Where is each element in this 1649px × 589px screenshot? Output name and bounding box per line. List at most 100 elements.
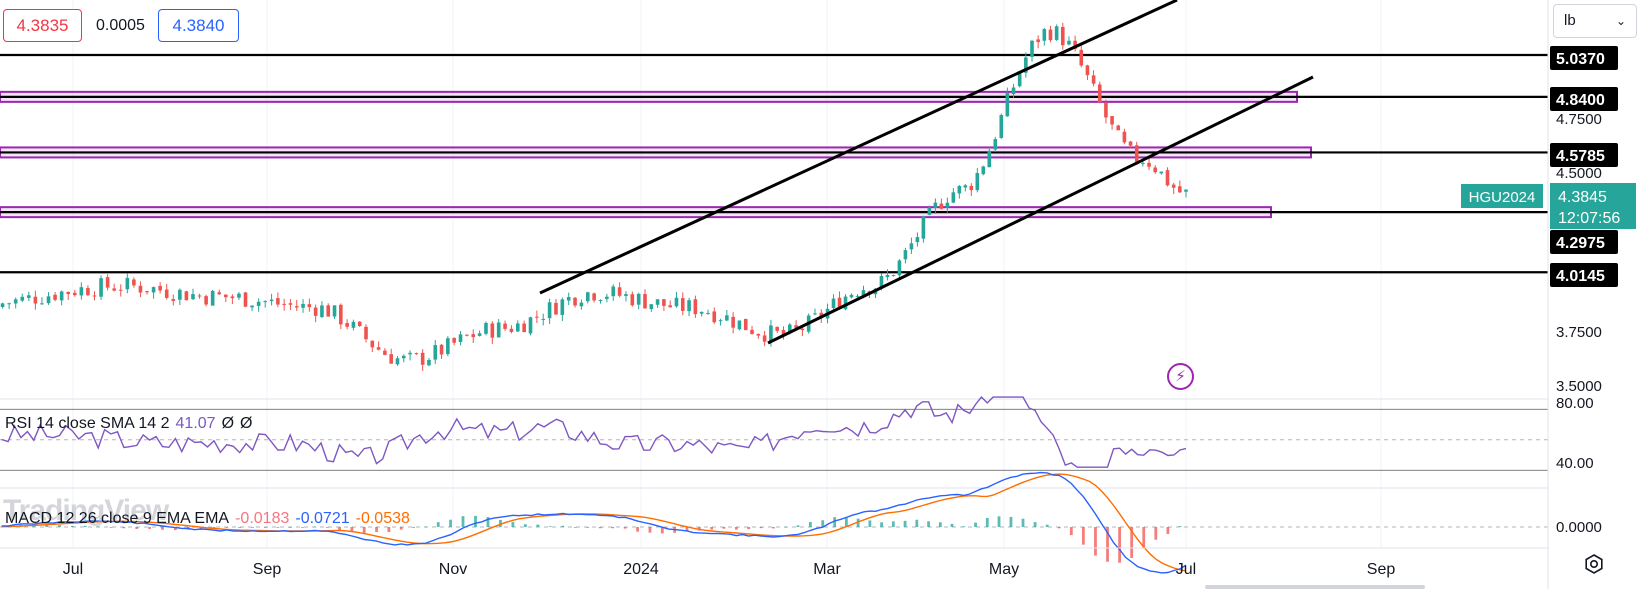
candle-body: [605, 296, 609, 299]
time-axis-label: Jul: [63, 561, 83, 578]
candle-body: [725, 315, 729, 321]
candle-body: [528, 317, 533, 334]
candle-body: [668, 305, 672, 308]
candle-body: [1048, 29, 1053, 41]
macd-histogram-bar: [974, 522, 977, 527]
rsi-legend[interactable]: RSI 14 close SMA 14 2 41.07 Ø Ø: [5, 414, 258, 434]
time-scrollbar[interactable]: [1205, 585, 1425, 589]
macd-histogram-bar: [1178, 526, 1182, 527]
macd-histogram-bar: [1057, 527, 1061, 529]
candle-body: [59, 291, 64, 301]
candle-body: [706, 312, 710, 314]
rsi-tick-label: 40.00: [1556, 455, 1594, 472]
candle-body: [969, 185, 974, 191]
candle-body: [655, 299, 660, 305]
candle-body: [849, 294, 854, 298]
macd-histogram-bar: [997, 516, 1001, 527]
candle-body: [401, 355, 406, 359]
macd-histogram-bar: [734, 527, 738, 530]
candle-body: [897, 260, 902, 276]
candle-body: [573, 297, 577, 306]
candle-body: [560, 299, 565, 315]
bid-price-box[interactable]: 4.3835: [3, 9, 82, 42]
candle-body: [915, 237, 920, 243]
macd-histogram-bar: [536, 524, 540, 527]
price-pane[interactable]: [0, 0, 1548, 371]
candle-body: [699, 311, 704, 314]
macd-histogram-bar: [573, 527, 577, 528]
macd-histogram-bar: [523, 524, 527, 527]
macd-histogram-bar: [915, 519, 919, 527]
macd-histogram-bar: [962, 526, 966, 528]
gear-icon[interactable]: [1583, 553, 1605, 575]
macd-histogram-bar: [722, 527, 726, 529]
macd-histogram-bar: [424, 526, 428, 528]
rsi-extra-1: Ø: [221, 415, 235, 432]
chart-canvas[interactable]: 80.0040.00 0.0000 5.00004.75004.50003.75…: [0, 0, 1649, 589]
candle-body: [217, 292, 222, 295]
candle-body: [687, 300, 691, 312]
time-axis[interactable]: Jul Sep Nov 2024 Mar May Jul Sep: [63, 561, 1396, 578]
candle-body: [1141, 162, 1145, 164]
candle-body: [313, 307, 318, 316]
candle-body: [680, 298, 685, 311]
candle-body: [191, 294, 195, 300]
candle-body: [624, 294, 628, 296]
candle-body: [433, 345, 438, 360]
candle-body: [496, 322, 501, 338]
candle-body: [503, 323, 507, 329]
level-price-label: 4.2975: [1556, 235, 1605, 252]
macd-legend[interactable]: MACD 12 26 close 9 EMA EMA -0.0183 -0.0721…: [5, 509, 416, 529]
candle-body: [885, 275, 890, 278]
candle-body: [33, 296, 38, 304]
unit-select-value: lb: [1564, 12, 1576, 29]
macd-histogram-bar: [1118, 527, 1122, 563]
countdown-label: 12:07:56: [1558, 210, 1620, 227]
candle-body: [957, 185, 962, 194]
macd-histogram-bar: [891, 521, 895, 527]
candle-body: [458, 334, 463, 342]
macd-histogram-bar: [648, 527, 652, 533]
unit-select[interactable]: lb ⌄: [1553, 4, 1637, 38]
candle-body: [981, 166, 986, 175]
candle-body: [963, 185, 968, 188]
time-grid: [72, 0, 1382, 548]
candle-body: [1067, 40, 1071, 45]
ask-price-box[interactable]: 4.3840: [158, 9, 239, 42]
candle-body: [762, 335, 767, 342]
candle-body: [554, 302, 558, 315]
candle-body: [535, 316, 539, 318]
macd-value: -0.0721: [295, 510, 350, 527]
candle-body: [579, 302, 584, 307]
candle-body: [1116, 125, 1121, 131]
candle-body: [1079, 49, 1084, 66]
candle-body: [921, 216, 926, 239]
candle-body: [987, 150, 992, 168]
candle-body: [674, 297, 679, 307]
macd-histogram-bar: [747, 527, 751, 530]
candle-body: [145, 291, 149, 293]
lightning-icon[interactable]: ⚡︎: [1167, 363, 1194, 390]
candle-body: [617, 287, 622, 296]
candle-body: [1178, 186, 1182, 193]
candlestick-series: [0, 22, 1188, 371]
level-price-label: 4.0145: [1556, 268, 1605, 285]
candle-body: [750, 329, 754, 334]
macd-histogram-bar: [1081, 527, 1085, 545]
candle-body: [53, 294, 57, 300]
candle-body: [465, 334, 469, 336]
macd-histogram-bar: [1033, 522, 1037, 527]
candle-body: [509, 328, 514, 332]
candle-body: [1042, 29, 1047, 41]
candle-body: [395, 358, 400, 365]
candle-body: [20, 296, 25, 301]
macd-histogram-bar: [586, 527, 590, 528]
candle-body: [383, 350, 387, 355]
candle-body: [693, 299, 698, 315]
macd-histogram-bar: [1094, 527, 1097, 556]
macd-histogram-bar: [771, 527, 775, 529]
candle-body: [515, 323, 520, 332]
candle-body: [204, 296, 208, 305]
macd-histogram-bar: [784, 526, 788, 528]
candle-body: [7, 303, 11, 305]
